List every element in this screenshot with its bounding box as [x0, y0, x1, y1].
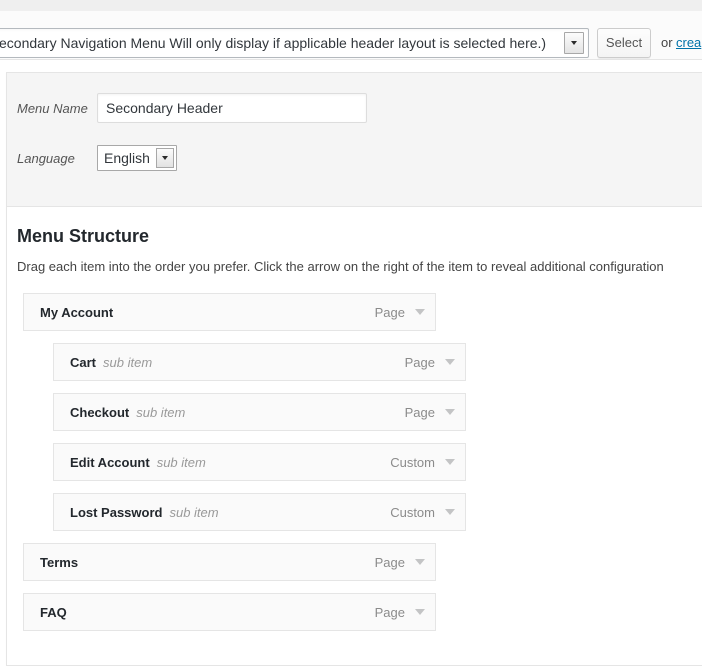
menu-item-type: Custom [390, 504, 435, 520]
or-label: or [661, 35, 673, 50]
menu-item-sub-badge: sub item [136, 404, 186, 420]
menu-item-sub-badge: sub item [169, 504, 219, 520]
menu-structure-title: Menu Structure [17, 226, 150, 246]
menu-select-dropdown-value: econdary Navigation Menu Will only displ… [0, 35, 547, 51]
menu-items-list: My Account Page Cart sub item Page Checkout su… [7, 293, 702, 631]
menu-item-type: Page [374, 604, 405, 620]
menu-editor-panel: Menu Name Language English Menu Structur… [6, 72, 702, 666]
menu-select-dropdown[interactable]: econdary Navigation Menu Will only displ… [0, 28, 589, 58]
menu-name-label: Menu Name [17, 100, 88, 116]
menu-item-row[interactable]: FAQ Page [23, 593, 436, 631]
chevron-down-icon[interactable] [435, 344, 465, 380]
language-label: Language [17, 150, 75, 166]
chevron-down-icon[interactable] [405, 544, 435, 580]
menu-item-type: Page [374, 554, 405, 570]
menu-item-row[interactable]: Checkout sub item Page [53, 393, 466, 431]
menu-structure-description: Drag each item into the order you prefer… [17, 259, 664, 274]
chevron-down-icon[interactable] [405, 294, 435, 330]
menu-name-field-row: Menu Name [17, 93, 367, 123]
menu-item-type: Custom [390, 454, 435, 470]
menu-structure-body: Menu Structure Drag each item into the o… [7, 207, 702, 665]
select-button[interactable]: Select [597, 28, 651, 58]
menu-item-title: Cart [70, 354, 97, 370]
chevron-down-icon [564, 32, 584, 54]
chevron-down-icon [155, 148, 174, 168]
chevron-down-icon[interactable] [435, 444, 465, 480]
menu-item-row[interactable]: My Account Page [23, 293, 436, 331]
menu-settings-header: Menu Name Language English [7, 73, 702, 207]
menu-item-type: Page [404, 404, 435, 420]
language-select-value: English [104, 150, 150, 166]
chevron-down-icon[interactable] [435, 494, 465, 530]
chevron-down-icon[interactable] [405, 594, 435, 630]
menu-item-sub-badge: sub item [103, 354, 153, 370]
menu-item-sub-badge: sub item [156, 454, 206, 470]
menu-item-title: Terms [40, 554, 79, 570]
chevron-down-icon[interactable] [435, 394, 465, 430]
menu-item-title: FAQ [40, 604, 67, 620]
menu-name-input[interactable] [97, 93, 367, 123]
menu-item-title: Edit Account [70, 454, 150, 470]
language-field-row: Language English [17, 145, 177, 171]
menu-item-row[interactable]: Edit Account sub item Custom [53, 443, 466, 481]
menu-item-row[interactable]: Terms Page [23, 543, 436, 581]
create-new-menu-link[interactable]: crea [676, 35, 701, 50]
menu-select-bar: econdary Navigation Menu Will only displ… [0, 11, 702, 60]
menu-item-title: My Account [40, 304, 114, 320]
top-gray-strip [0, 0, 702, 11]
menu-item-row[interactable]: Lost Password sub item Custom [53, 493, 466, 531]
menu-item-title: Checkout [70, 404, 130, 420]
language-select[interactable]: English [97, 145, 177, 171]
menu-item-title: Lost Password [70, 504, 163, 520]
menu-item-type: Page [374, 304, 405, 320]
menu-item-type: Page [404, 354, 435, 370]
menu-item-row[interactable]: Cart sub item Page [53, 343, 466, 381]
